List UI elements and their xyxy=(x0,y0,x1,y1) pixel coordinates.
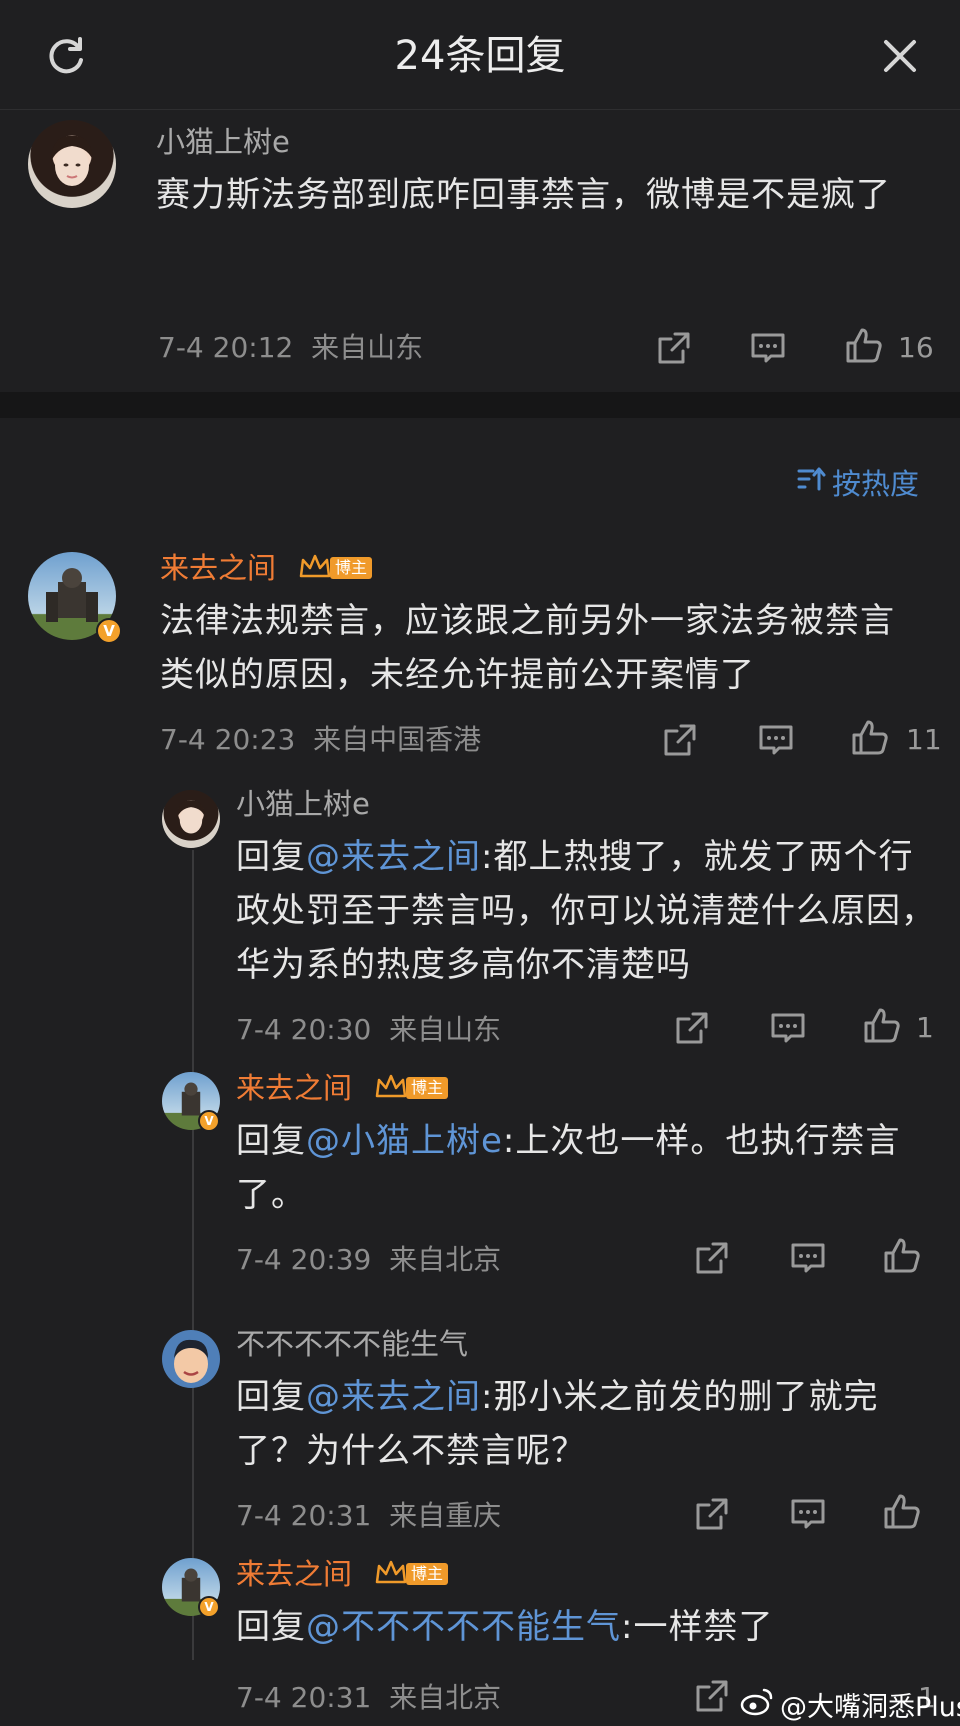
reply-username[interactable]: 来去之间 xyxy=(236,1070,352,1106)
root-username[interactable]: 小猫上树e xyxy=(156,124,290,160)
like-icon[interactable] xyxy=(882,1492,922,1532)
like-count: 1 xyxy=(916,1011,934,1044)
like-icon[interactable] xyxy=(862,1006,902,1046)
avatar-reply-user[interactable] xyxy=(162,790,220,848)
comment-icon[interactable] xyxy=(768,1008,808,1048)
reply-prefix: 回复 xyxy=(236,1607,306,1647)
reply-time: 7-4 20:31 来自重庆 xyxy=(236,1498,501,1534)
comment-username[interactable]: 来去之间 xyxy=(160,550,276,586)
share-icon[interactable] xyxy=(654,328,694,368)
crown-icon xyxy=(298,552,332,584)
location: 来自北京 xyxy=(389,1681,502,1714)
section-divider xyxy=(0,392,960,418)
blogger-badge: 博主 xyxy=(374,1072,449,1104)
timestamp: 7-4 20:23 xyxy=(160,723,296,756)
watermark: @大嘴洞悉Plus xyxy=(740,1686,960,1723)
location: 来自山东 xyxy=(389,1013,502,1046)
comment-icon[interactable] xyxy=(756,720,796,760)
mention-link[interactable]: @小猫上树e xyxy=(306,1121,503,1161)
reply-prefix: 回复 xyxy=(236,837,306,877)
timestamp: 7-4 20:31 xyxy=(236,1499,372,1532)
mention-link[interactable]: @不不不不不能生气 xyxy=(306,1607,621,1647)
comment-icon[interactable] xyxy=(788,1238,828,1278)
timestamp: 7-4 20:31 xyxy=(236,1681,372,1714)
reply-prefix: 回复 xyxy=(236,1121,306,1161)
reply-time: 7-4 20:31 来自北京 xyxy=(236,1680,501,1716)
like-icon[interactable] xyxy=(882,1236,922,1276)
location: 来自山东 xyxy=(311,331,424,364)
reply-text: 回复@不不不不不能生气:一样禁了 xyxy=(236,1600,936,1654)
share-icon[interactable] xyxy=(672,1008,712,1048)
like-count: 11 xyxy=(906,723,942,756)
reply-username[interactable]: 来去之间 xyxy=(236,1556,352,1592)
share-icon[interactable] xyxy=(692,1676,732,1716)
reply-text: 回复@来去之间:都上热搜了，就发了两个行政处罚至于禁言吗，你可以说清楚什么原因，… xyxy=(236,830,936,992)
badge-label: 博主 xyxy=(406,1563,449,1585)
comment-time: 7-4 20:23 来自中国香港 xyxy=(160,722,481,758)
timestamp: 7-4 20:12 xyxy=(158,331,294,364)
reply-body: :一样禁了 xyxy=(621,1607,774,1647)
verified-badge-icon: V xyxy=(198,1596,220,1618)
comment-icon[interactable] xyxy=(788,1494,828,1534)
avatar-root-user[interactable] xyxy=(28,120,116,208)
verified-badge-icon: V xyxy=(198,1110,220,1132)
avatar-reply-user[interactable] xyxy=(162,1330,220,1388)
mention-link[interactable]: @来去之间 xyxy=(306,1377,481,1417)
comment-text: 法律法规禁言，应该跟之前另外一家法务被禁言类似的原因，未经允许提前公开案情了 xyxy=(160,601,895,695)
like-count: 16 xyxy=(898,331,934,364)
location: 来自中国香港 xyxy=(313,723,482,756)
badge-label: 博主 xyxy=(330,557,373,579)
sort-icon xyxy=(796,465,826,500)
reply-prefix: 回复 xyxy=(236,1377,306,1417)
blogger-badge: 博主 xyxy=(374,1558,449,1590)
like-icon[interactable] xyxy=(844,326,884,366)
comment-icon[interactable] xyxy=(748,328,788,368)
crown-icon xyxy=(374,1558,408,1590)
reply-username[interactable]: 小猫上树e xyxy=(236,786,370,822)
reply-thread-panel: 24条回复 小猫上树e 赛力斯法务部到底咋回事禁言，微博是不是疯了 7-4 20… xyxy=(0,0,960,1726)
crown-icon xyxy=(374,1072,408,1104)
share-icon[interactable] xyxy=(692,1238,732,1278)
badge-label: 博主 xyxy=(406,1077,449,1099)
root-comment-text: 赛力斯法务部到底咋回事禁言，微博是不是疯了 xyxy=(156,175,891,215)
weibo-logo-icon xyxy=(740,1686,774,1723)
like-icon[interactable] xyxy=(850,718,890,758)
reply-text: 回复@来去之间:那小米之前发的删了就完了？为什么不禁言呢？ xyxy=(236,1370,936,1478)
close-icon[interactable] xyxy=(874,30,926,82)
sort-label: 按热度 xyxy=(832,467,920,501)
thread-connector xyxy=(192,850,194,1660)
reply-username[interactable]: 不不不不不能生气 xyxy=(236,1326,468,1362)
root-comment-time: 7-4 20:12 来自山东 xyxy=(158,330,423,366)
sort-by-hot-button[interactable]: 按热度 xyxy=(796,462,919,502)
page-title: 24条回复 xyxy=(394,33,566,79)
timestamp: 7-4 20:30 xyxy=(236,1013,372,1046)
location: 来自重庆 xyxy=(389,1499,502,1532)
reply-text: 回复@小猫上树e:上次也一样。也执行禁言了。 xyxy=(236,1114,936,1222)
reply-time: 7-4 20:30 来自山东 xyxy=(236,1012,501,1048)
share-icon[interactable] xyxy=(660,720,700,760)
mention-link[interactable]: @来去之间 xyxy=(306,837,481,877)
location: 来自北京 xyxy=(389,1243,502,1276)
header-bar: 24条回复 xyxy=(0,0,960,110)
reply-time: 7-4 20:39 来自北京 xyxy=(236,1242,501,1278)
timestamp: 7-4 20:39 xyxy=(236,1243,372,1276)
verified-badge-icon: V xyxy=(96,618,122,644)
blogger-badge: 博主 xyxy=(298,552,373,584)
watermark-text: @大嘴洞悉Plus xyxy=(780,1691,960,1723)
share-icon[interactable] xyxy=(692,1494,732,1534)
